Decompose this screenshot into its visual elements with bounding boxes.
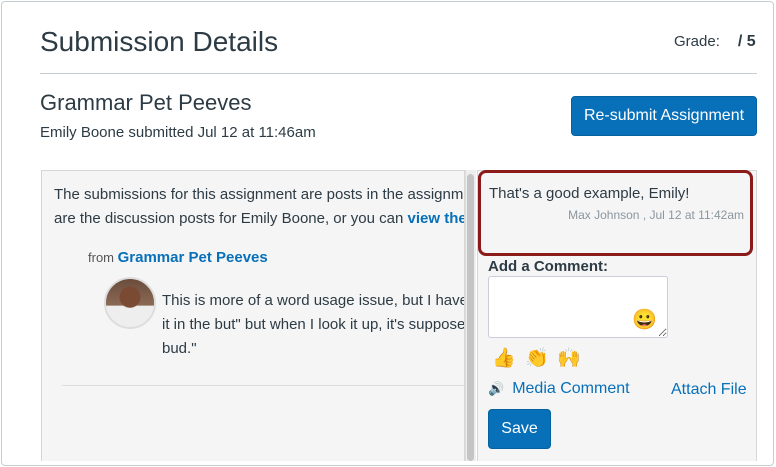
thumbs-up-emoji-button[interactable]: 👍 (492, 346, 516, 370)
discussion-post: This is more of a word usage issue, but … (162, 289, 465, 361)
comment-item: That's a good example, Emily! Max Johnso… (478, 170, 753, 256)
raised-hands-emoji-button[interactable]: 🙌 (557, 346, 581, 370)
post-line: bud." (162, 340, 197, 357)
avatar[interactable] (104, 277, 156, 329)
emoji-picker-icon[interactable]: 😀 (632, 307, 657, 332)
intro-line-1: The submissions for this assignment are … (54, 186, 464, 203)
assignment-name: Grammar Pet Peeves (40, 90, 252, 115)
attach-file-link[interactable]: Attach File (671, 381, 747, 399)
comment-text: That's a good example, Emily! (489, 185, 690, 202)
scrollbar-thumb[interactable] (467, 174, 474, 461)
add-comment-label: Add a Comment: (488, 258, 608, 275)
from-line: from Grammar Pet Peeves (88, 249, 268, 266)
grade: Grade: / 5 (674, 33, 756, 51)
media-comment-label[interactable]: Media Comment (512, 380, 629, 397)
from-label: from (88, 250, 114, 265)
resubmit-assignment-button[interactable]: Re-submit Assignment (571, 96, 757, 136)
intro-text: The submissions for this assignment are … (54, 183, 464, 231)
submission-info: Emily Boone submitted Jul 12 at 11:46am (40, 124, 316, 141)
comment-meta: Max Johnson , Jul 12 at 11:42am (568, 208, 744, 222)
page-title: Submission Details (40, 26, 279, 57)
submission-content-panel: The submissions for this assignment are … (41, 170, 465, 461)
view-full-discussion-link[interactable]: view the full discussion (408, 210, 464, 227)
intro-line-2: are the discussion posts for Emily Boone… (54, 207, 464, 231)
media-comment-button[interactable]: 🔊 Media Comment (488, 380, 630, 398)
divider (62, 385, 464, 386)
discussion-link[interactable]: Grammar Pet Peeves (118, 249, 268, 266)
clap-emoji-button[interactable]: 👏 (525, 346, 549, 370)
post-line: it in the but" but when I look it up, it… (162, 316, 465, 333)
grade-label: Grade: (674, 33, 720, 50)
grade-value: / 5 (737, 33, 756, 50)
save-button[interactable]: Save (488, 409, 551, 449)
divider (40, 73, 757, 74)
intro-line-2-text: are the discussion posts for Emily Boone… (54, 210, 408, 227)
speaker-icon: 🔊 (488, 381, 505, 396)
post-line: This is more of a word usage issue, but … (162, 292, 465, 309)
